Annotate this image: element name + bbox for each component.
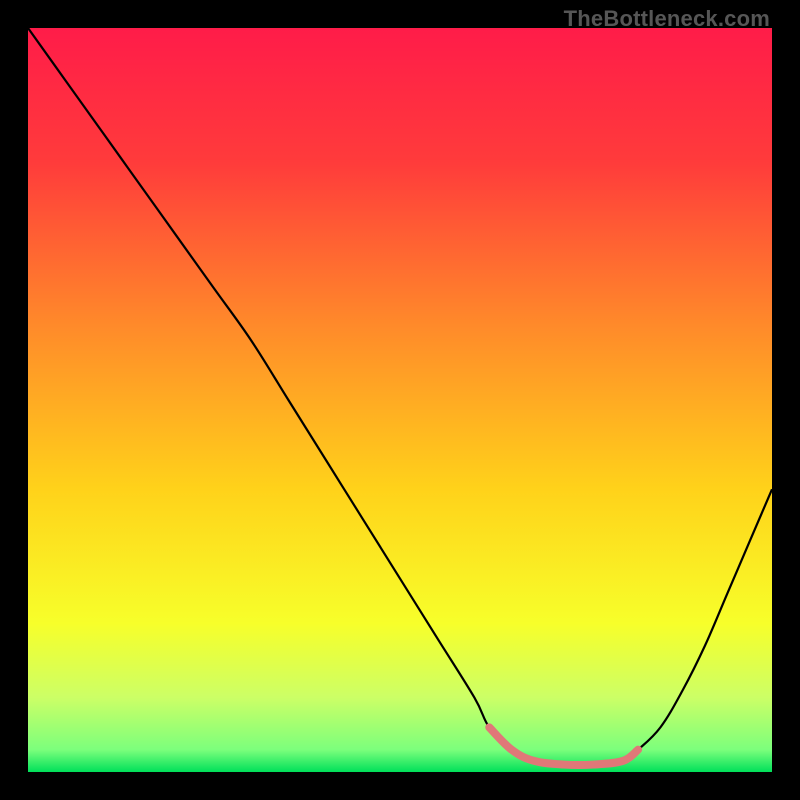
plot-frame xyxy=(28,28,772,772)
bottleneck-chart xyxy=(28,28,772,772)
watermark-text: TheBottleneck.com xyxy=(564,6,770,32)
gradient-background xyxy=(28,28,772,772)
